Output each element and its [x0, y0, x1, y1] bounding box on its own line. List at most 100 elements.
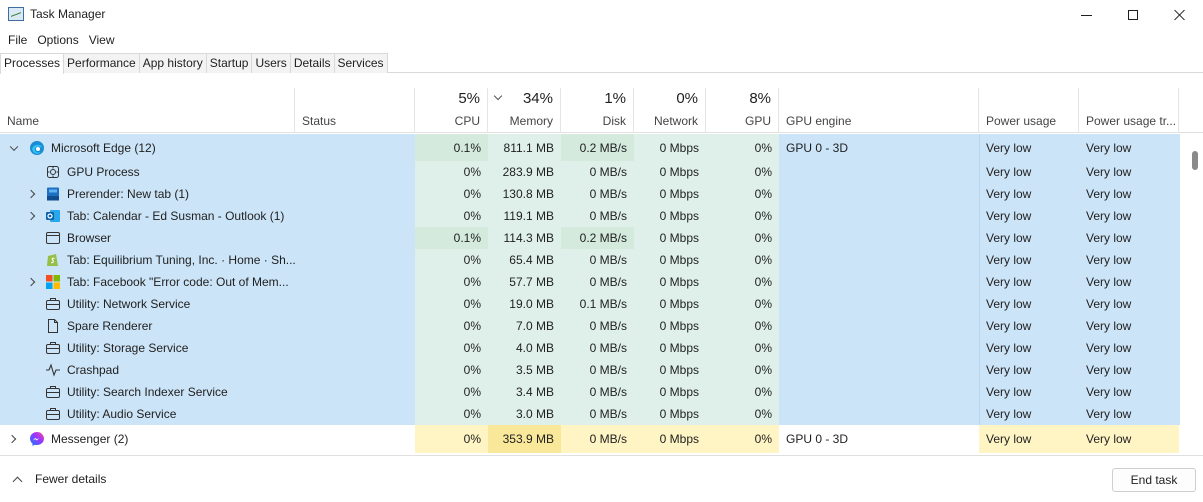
- vertical-scrollbar[interactable]: [1187, 134, 1203, 455]
- window-title: Task Manager: [30, 7, 106, 21]
- header-cpu[interactable]: 5% CPU: [415, 88, 488, 133]
- power-trend-cell: Very low: [1079, 293, 1179, 315]
- cpu-cell: 0%: [415, 249, 488, 271]
- table-row[interactable]: Utility: Storage Service 0% 4.0 MB 0 MB/…: [0, 337, 1180, 359]
- gpu-cell: 0%: [706, 381, 779, 403]
- menu-file[interactable]: File: [0, 31, 27, 49]
- process-name-cell: Tab: Calendar - Ed Susman - Outlook (1): [0, 205, 415, 227]
- network-cell: 0 Mbps: [634, 249, 706, 271]
- process-name-cell: Microsoft Edge (12): [0, 134, 415, 161]
- power-trend-cell: Very low: [1079, 227, 1179, 249]
- menu-bar: File Options View: [0, 31, 117, 49]
- process-name-cell: Spare Renderer: [0, 315, 415, 337]
- header-power-trend[interactable]: Power usage tr...: [1079, 88, 1179, 133]
- memory-cell: 353.9 MB: [488, 425, 561, 453]
- tab-details[interactable]: Details: [289, 53, 335, 73]
- table-row[interactable]: Prerender: New tab (1) 0% 130.8 MB 0 MB/…: [0, 183, 1180, 205]
- table-row[interactable]: Crashpad 0% 3.5 MB 0 MB/s 0 Mbps 0% Very…: [0, 359, 1180, 381]
- menu-view[interactable]: View: [81, 31, 115, 49]
- table-row[interactable]: Tab: Calendar - Ed Susman - Outlook (1) …: [0, 205, 1180, 227]
- process-name-cell: Tab: Facebook "Error code: Out of Mem...: [0, 271, 415, 293]
- header-memory[interactable]: 34% Memory: [488, 88, 561, 133]
- table-row[interactable]: GPU Process 0% 283.9 MB 0 MB/s 0 Mbps 0%…: [0, 161, 1180, 183]
- process-name: Utility: Search Indexer Service: [67, 385, 228, 399]
- header-gpu-label: GPU: [744, 114, 771, 128]
- header-gpu[interactable]: 8% GPU: [706, 88, 779, 133]
- fewer-details-button[interactable]: Fewer details: [10, 472, 106, 486]
- network-cell: 0 Mbps: [634, 293, 706, 315]
- header-memory-label: Memory: [509, 114, 553, 128]
- gpu-cell: 0%: [706, 315, 779, 337]
- cpu-cell: 0%: [415, 205, 488, 227]
- gpu-engine-cell: [779, 227, 979, 249]
- network-cell: 0 Mbps: [634, 227, 706, 249]
- header-cpu-label: CPU: [454, 114, 480, 128]
- tab-users[interactable]: Users: [251, 53, 291, 73]
- maximize-icon: [1128, 10, 1138, 20]
- minimize-button[interactable]: [1063, 0, 1109, 30]
- network-cell: 0 Mbps: [634, 205, 706, 227]
- tab-startup[interactable]: Startup: [205, 53, 253, 73]
- tab-processes[interactable]: Processes: [0, 53, 65, 74]
- task-manager-icon: [8, 7, 24, 21]
- table-row[interactable]: Tab: Facebook "Error code: Out of Mem...…: [0, 271, 1180, 293]
- disk-cell: 0 MB/s: [561, 315, 634, 337]
- close-button[interactable]: [1157, 0, 1203, 30]
- power-trend-cell: Very low: [1079, 271, 1179, 293]
- power-cell: Very low: [979, 183, 1079, 205]
- cpu-cell: 0%: [415, 293, 488, 315]
- pulse-icon: [45, 362, 61, 378]
- table-row[interactable]: Browser 0.1% 114.3 MB 0.2 MB/s 0 Mbps 0%…: [0, 227, 1180, 249]
- end-task-button[interactable]: End task: [1112, 468, 1196, 492]
- table-row[interactable]: Utility: Search Indexer Service 0% 3.4 M…: [0, 381, 1180, 403]
- cpu-cell: 0%: [415, 337, 488, 359]
- gpu-cell: 0%: [706, 359, 779, 381]
- gpu-engine-cell: [779, 403, 979, 425]
- table-row[interactable]: Spare Renderer 0% 7.0 MB 0 MB/s 0 Mbps 0…: [0, 315, 1180, 337]
- power-cell: Very low: [979, 293, 1079, 315]
- chevron-right-icon[interactable]: [26, 211, 36, 221]
- process-name-cell: Utility: Search Indexer Service: [0, 381, 415, 403]
- chevron-right-icon[interactable]: [7, 434, 17, 444]
- header-status[interactable]: Status: [295, 88, 415, 133]
- process-name: Utility: Network Service: [67, 297, 191, 311]
- header-network[interactable]: 0% Network: [634, 88, 706, 133]
- scrollbar-thumb[interactable]: [1192, 151, 1198, 170]
- menu-options[interactable]: Options: [29, 31, 78, 49]
- power-cell: Very low: [979, 205, 1079, 227]
- cpu-cell: 0%: [415, 403, 488, 425]
- cpu-cell: 0%: [415, 381, 488, 403]
- shopify-icon: [45, 252, 61, 268]
- header-gpu-engine[interactable]: GPU engine: [779, 88, 979, 133]
- table-row[interactable]: Utility: Audio Service 0% 3.0 MB 0 MB/s …: [0, 403, 1180, 425]
- maximize-button[interactable]: [1110, 0, 1156, 30]
- tab-services[interactable]: Services: [333, 53, 388, 73]
- disk-cell: 0 MB/s: [561, 183, 634, 205]
- process-name-cell: Crashpad: [0, 359, 415, 381]
- power-cell: Very low: [979, 271, 1079, 293]
- table-row[interactable]: Messenger (2) 0% 353.9 MB 0 MB/s 0 Mbps …: [0, 425, 1180, 453]
- table-row[interactable]: Microsoft Edge (12) 0.1% 811.1 MB 0.2 MB…: [0, 134, 1180, 161]
- header-disk[interactable]: 1% Disk: [561, 88, 634, 133]
- network-cell: 0 Mbps: [634, 271, 706, 293]
- footer: Fewer details End task: [0, 455, 1203, 502]
- gpu-cell: 0%: [706, 249, 779, 271]
- chevron-right-icon[interactable]: [26, 277, 36, 287]
- power-cell: Very low: [979, 403, 1079, 425]
- tab-app-history[interactable]: App history: [138, 53, 207, 73]
- table-row[interactable]: Utility: Network Service 0% 19.0 MB 0.1 …: [0, 293, 1180, 315]
- disk-cell: 0 MB/s: [561, 337, 634, 359]
- gpu-cell: 0%: [706, 425, 779, 453]
- process-name: Messenger (2): [51, 432, 129, 446]
- gpu-engine-cell: [779, 205, 979, 227]
- header-name[interactable]: Name: [0, 88, 295, 133]
- header-power[interactable]: Power usage: [979, 88, 1079, 133]
- tab-performance[interactable]: Performance: [63, 53, 140, 73]
- process-name-cell: Messenger (2): [0, 425, 415, 453]
- gpu-cell: 0%: [706, 403, 779, 425]
- chevron-right-icon[interactable]: [26, 189, 36, 199]
- chevron-down-icon[interactable]: [9, 142, 19, 151]
- disk-cell: 0 MB/s: [561, 403, 634, 425]
- table-row[interactable]: Tab: Equilibrium Tuning, Inc. · Home · S…: [0, 249, 1180, 271]
- header-network-pct: 0%: [676, 90, 698, 107]
